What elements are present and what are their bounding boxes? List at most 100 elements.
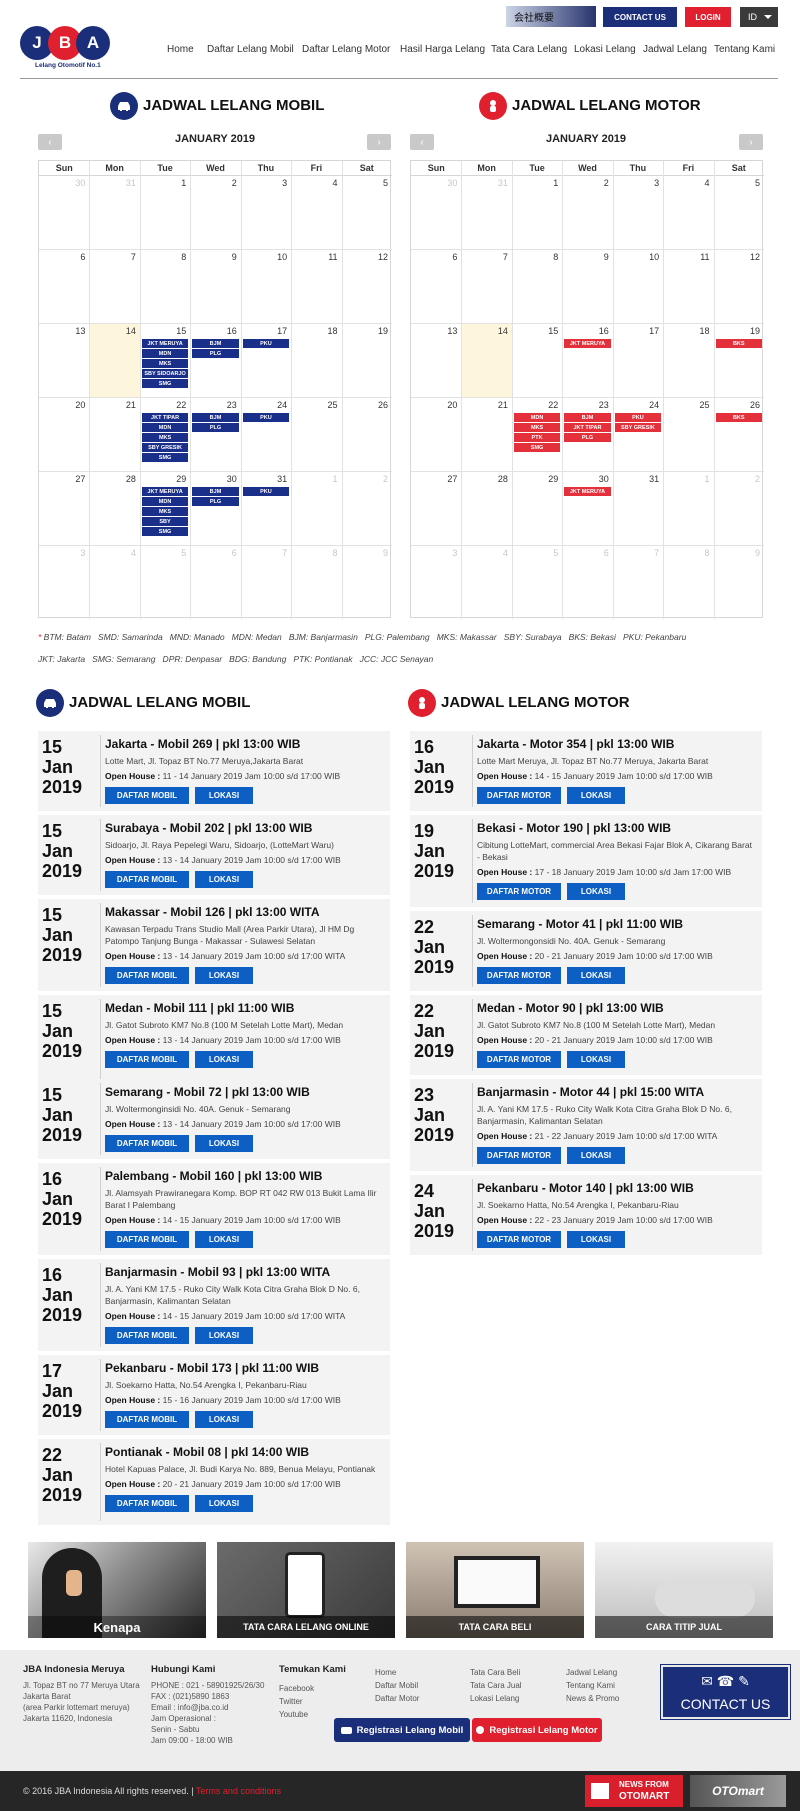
calendar-event[interactable]: SMG [141,379,189,388]
calendar-day-number[interactable]: 8 [513,252,558,262]
promo-tata-cara-lelang-online[interactable]: TATA CARA LELANG ONLINE [217,1542,395,1638]
calendar-event[interactable]: SMG [513,443,561,452]
calendar-event[interactable]: BKS [715,413,762,422]
calendar-day-number[interactable]: 7 [242,548,287,558]
daftar-button[interactable]: DAFTAR MOBIL [105,1051,189,1068]
calendar-day-number[interactable]: 30 [412,178,457,188]
calendar-day-number[interactable]: 8 [141,252,186,262]
lokasi-button[interactable]: LOKASI [195,787,253,804]
lokasi-button[interactable]: LOKASI [195,1051,253,1068]
calendar-event[interactable]: PLG [192,349,239,358]
calendar-day-number[interactable]: 29 [141,474,186,484]
calendar-event[interactable]: BJM [192,413,239,422]
daftar-button[interactable]: DAFTAR MOBIL [105,871,189,888]
calendar-day-number[interactable]: 16 [564,326,609,336]
calendar-day-number[interactable]: 5 [513,548,558,558]
daftar-button[interactable]: DAFTAR MOBIL [105,1135,189,1152]
lokasi-button[interactable]: LOKASI [195,1495,253,1512]
calendar-day-number[interactable]: 7 [91,252,136,262]
lokasi-button[interactable]: LOKASI [567,1051,625,1068]
nav-tentang-kami[interactable]: Tentang Kami [714,44,775,55]
calendar-day-number[interactable]: 22 [141,400,186,410]
register-motor-button[interactable]: Registrasi Lelang Motor [472,1718,602,1742]
calendar-day-number[interactable]: 5 [715,178,760,188]
top-banner[interactable]: 会社概要 [506,6,596,27]
calendar-event[interactable]: BKS [715,339,762,348]
calendar-day-number[interactable]: 9 [715,548,760,558]
footer-link-tata-cara-beli[interactable]: Tata Cara Beli [470,1666,522,1679]
calendar-day-number[interactable]: 28 [91,474,136,484]
promo-kenapa[interactable]: Kenapa [28,1542,206,1638]
footer-link-news-promo[interactable]: News & Promo [566,1692,619,1705]
calendar-day-number[interactable]: 4 [665,178,710,188]
lokasi-button[interactable]: LOKASI [195,871,253,888]
calendar-day-number[interactable]: 24 [614,400,659,410]
calendar-day-number[interactable]: 12 [715,252,760,262]
calendar-day-number[interactable]: 17 [614,326,659,336]
daftar-button[interactable]: DAFTAR MOBIL [105,787,189,804]
calendar-day-number[interactable]: 30 [40,178,85,188]
calendar-day-number[interactable]: 22 [513,400,558,410]
lokasi-button[interactable]: LOKASI [195,1231,253,1248]
calendar-event[interactable]: BJM [192,339,239,348]
lokasi-button[interactable]: LOKASI [567,1231,625,1248]
calendar-day-number[interactable]: 30 [564,474,609,484]
calendar-day-number[interactable]: 9 [192,252,237,262]
calendar-day-number[interactable]: 19 [715,326,760,336]
calendar-day-number[interactable]: 2 [343,474,388,484]
contact-us-button[interactable]: CONTACT US [603,7,677,27]
terms-link[interactable]: Terms and conditions [196,1786,281,1796]
calendar-day-number[interactable]: 1 [665,474,710,484]
calendar-day-number[interactable]: 18 [665,326,710,336]
daftar-button[interactable]: DAFTAR MOTOR [477,787,561,804]
calendar-day-number[interactable]: 20 [412,400,457,410]
calendar-day-number[interactable]: 1 [293,474,338,484]
calendar-day-number[interactable]: 21 [91,400,136,410]
calendar-event[interactable]: MDN [141,349,189,358]
calendar-day-number[interactable]: 2 [192,178,237,188]
calendar-day-number[interactable]: 11 [665,252,709,262]
calendar-event[interactable]: JKT MERUYA [141,487,189,496]
calendar-day-number[interactable]: 2 [564,178,609,188]
calendar-event[interactable]: MKS [513,423,561,432]
calendar-day-number[interactable]: 31 [91,178,136,188]
calendar-day-number[interactable]: 26 [343,400,388,410]
calendar-day-number[interactable]: 9 [564,252,609,262]
login-button[interactable]: LOGIN [685,7,731,27]
calendar-day-number[interactable]: 11 [293,252,337,262]
calendar-event[interactable]: PKU [242,339,290,348]
calendar-day-number[interactable]: 1 [513,178,558,188]
calendar-event[interactable]: PTK [513,433,561,442]
daftar-button[interactable]: DAFTAR MOTOR [477,1147,561,1164]
calendar-day-number[interactable]: 4 [293,178,338,188]
calendar-day-number[interactable]: 20 [40,400,85,410]
calendar-day-number[interactable]: 10 [614,252,659,262]
calendar-event[interactable]: JKT MERUYA [141,339,189,348]
footer-link-youtube[interactable]: Youtube [279,1708,314,1721]
daftar-button[interactable]: DAFTAR MOTOR [477,1051,561,1068]
lokasi-button[interactable]: LOKASI [195,967,253,984]
calendar-day-number[interactable]: 28 [463,474,508,484]
nav-tata-cara-lelang[interactable]: Tata Cara Lelang [491,44,567,55]
calendar-event[interactable]: PLG [564,433,611,442]
calendar-day-number[interactable]: 6 [564,548,609,558]
calendar-day-number[interactable]: 27 [40,474,85,484]
lokasi-button[interactable]: LOKASI [567,883,625,900]
calendar-event[interactable]: PLG [192,423,239,432]
register-mobil-button[interactable]: Registrasi Lelang Mobil [334,1718,470,1742]
calendar-day-number[interactable]: 13 [40,326,85,336]
calendar-day-number[interactable]: 24 [242,400,287,410]
footer-email[interactable]: Email : info@jba.co.id [151,1702,264,1713]
calendar-event[interactable]: JKT MERUYA [564,339,611,348]
calendar-day-number[interactable]: 5 [343,178,388,188]
calendar-event[interactable]: JKT MERUYA [564,487,611,496]
lokasi-button[interactable]: LOKASI [195,1327,253,1344]
calendar-event[interactable]: JKT TIPAR [141,413,189,422]
calendar-event[interactable]: PKU [242,413,290,422]
calendar-day-number[interactable]: 23 [192,400,237,410]
language-select[interactable]: ID [740,7,778,27]
news-from-otomart[interactable]: NEWS FROM OTOMART [585,1775,683,1807]
calendar-day-number[interactable]: 17 [242,326,287,336]
calendar-event[interactable]: SMG [141,527,189,536]
daftar-button[interactable]: DAFTAR MOTOR [477,883,561,900]
